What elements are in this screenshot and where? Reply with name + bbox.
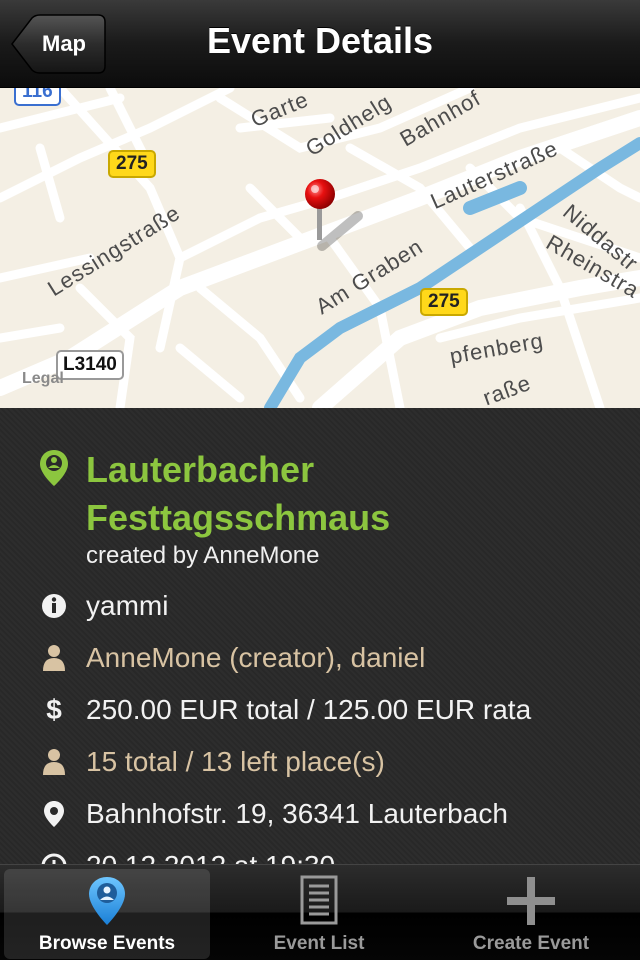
event-map[interactable]: Garte Goldhelg Bahnhof Lauterstraße Nidd…	[0, 88, 640, 408]
road-shield-275-b: 275	[420, 288, 468, 316]
cost-row: $ 250.00 EUR total / 125.00 EUR rata	[0, 690, 640, 730]
event-creator: created by AnneMone	[86, 542, 320, 569]
road-shield-275-a: 275	[108, 150, 156, 178]
clock-icon	[41, 853, 67, 864]
list-icon	[300, 875, 338, 931]
tab-event-list[interactable]: Event List	[216, 869, 422, 959]
event-title: Lauterbacher Festtagsschmaus	[86, 449, 391, 538]
event-address[interactable]: Bahnhofstr. 19, 36341 Lauterbach	[86, 798, 508, 830]
event-description: yammi	[86, 590, 169, 621]
tab-label: Event List	[273, 933, 365, 954]
location-icon	[44, 801, 64, 827]
dollar-icon: $	[46, 694, 62, 725]
person-icon	[43, 645, 65, 671]
tab-label: Browse Events	[38, 933, 176, 954]
description-row: yammi	[0, 586, 640, 626]
event-places: 15 total / 13 left place(s)	[86, 746, 385, 777]
participants-row: AnneMone (creator), daniel	[0, 638, 640, 678]
legal-link[interactable]: Legal	[22, 370, 64, 388]
info-icon	[42, 594, 66, 618]
address-row: Bahnhofstr. 19, 36341 Lauterbach	[0, 794, 640, 834]
places-row: 15 total / 13 left place(s)	[0, 742, 640, 782]
location-pin-icon	[87, 875, 127, 933]
road-shield-116: 116	[14, 88, 61, 106]
tab-bar: Browse Events Event List Create Event	[0, 864, 640, 960]
datetime-row: 20.12.2012 at 19:30	[0, 846, 640, 864]
event-datetime: 20.12.2012 at 19:30	[86, 850, 335, 864]
page-title: Event Details	[206, 20, 434, 61]
location-marker-icon	[38, 448, 70, 493]
tab-browse-events[interactable]: Browse Events	[4, 869, 210, 959]
event-cost: 250.00 EUR total / 125.00 EUR rata	[86, 694, 532, 725]
road-shield-l3140: L3140	[56, 350, 124, 380]
navigation-bar: Map Event Details	[0, 0, 640, 88]
plus-icon	[505, 875, 557, 933]
event-participants[interactable]: AnneMone (creator), daniel	[86, 642, 425, 674]
tab-label: Create Event	[472, 933, 590, 954]
event-details-panel: Lauterbacher Festtagsschmaus created by …	[0, 408, 640, 864]
tab-create-event[interactable]: Create Event	[428, 869, 634, 959]
person-icon	[43, 749, 65, 775]
